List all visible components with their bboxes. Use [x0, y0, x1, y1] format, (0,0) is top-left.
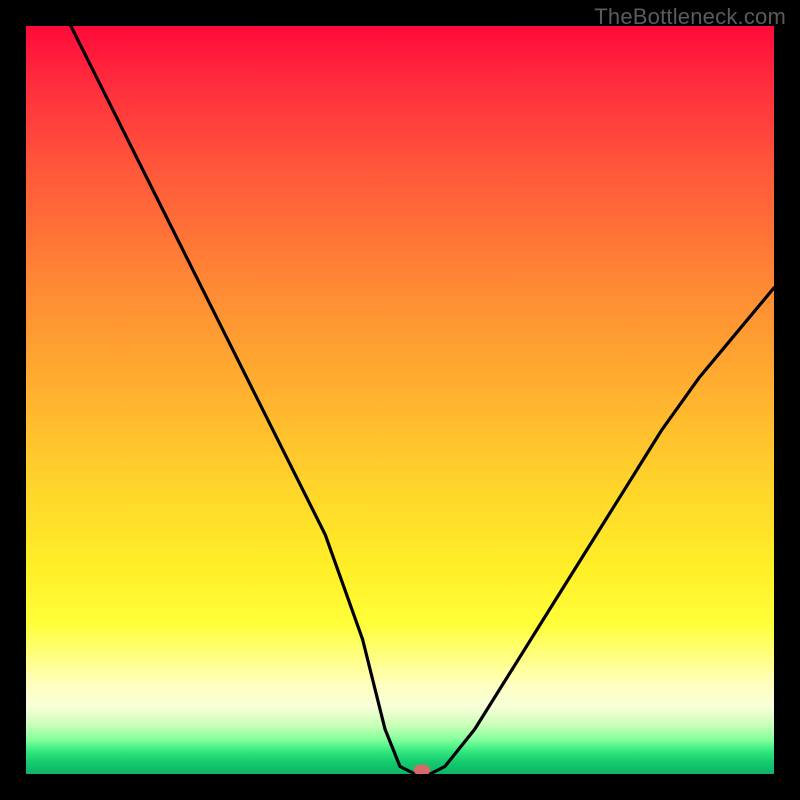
bottleneck-curve [26, 26, 774, 774]
curve-path [71, 26, 774, 774]
watermark-text: TheBottleneck.com [594, 4, 786, 30]
plot-area [26, 26, 774, 774]
chart-frame: TheBottleneck.com [0, 0, 800, 800]
optimal-marker [414, 765, 430, 774]
